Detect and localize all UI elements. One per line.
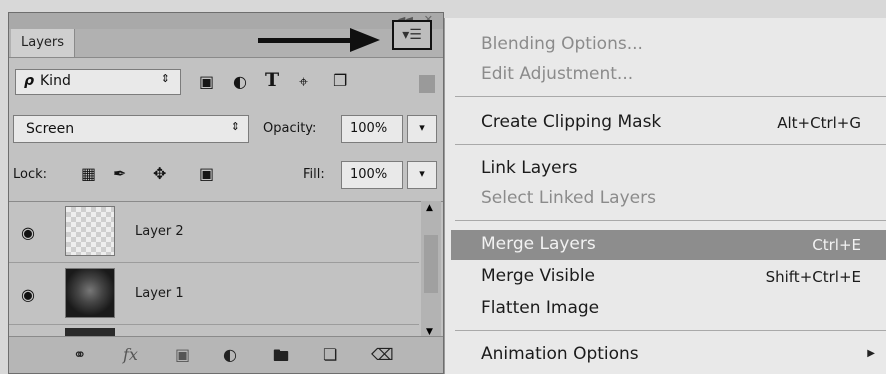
fill-label: Fill: xyxy=(303,167,325,182)
panel-menu-button[interactable]: ▾☰ xyxy=(392,20,432,50)
annotation-arrow-head xyxy=(350,28,380,52)
eye-visibility-icon[interactable]: ◉ xyxy=(21,285,35,304)
layers-scrollbar[interactable]: ▲ ▼ xyxy=(421,201,441,341)
shape-layer-filter-icon[interactable]: ⌖ xyxy=(299,72,308,92)
tab-layers[interactable]: Layers xyxy=(11,29,76,57)
lock-image-pixels-icon[interactable]: ✒ xyxy=(113,164,126,183)
smart-object-filter-icon[interactable]: ❐ xyxy=(333,71,347,90)
layers-list: ◉ Layer 2 ◉ Layer 1 xyxy=(9,201,443,342)
menu-item-create-clipping-mask[interactable]: Create Clipping Mask xyxy=(481,112,661,132)
pixel-layer-filter-icon[interactable]: ▣ xyxy=(199,72,214,91)
opacity-input[interactable]: 100% xyxy=(341,115,403,143)
lock-label: Lock: xyxy=(13,167,48,182)
layer-thumbnail xyxy=(65,206,115,256)
layer-name[interactable]: Layer 1 xyxy=(135,286,184,301)
scroll-up-icon[interactable]: ▲ xyxy=(426,203,433,213)
layer-row[interactable]: ◉ Layer 1 xyxy=(9,264,419,325)
add-mask-icon[interactable]: ▣ xyxy=(175,345,190,364)
menu-item-animation-options[interactable]: Animation Options xyxy=(481,344,639,364)
layers-panel: ◄◄ ✕ Layers ρ Kind ⇕ ▣ ◐ T ⌖ ❐ Screen ⇕ … xyxy=(8,12,444,374)
new-group-folder-icon[interactable]: 🖿 xyxy=(273,345,289,372)
opacity-dropdown-button[interactable]: ▾ xyxy=(407,115,437,143)
menu-item-blending-options[interactable]: Blending Options... xyxy=(481,34,643,54)
select-arrows-icon: ⇕ xyxy=(160,72,170,85)
opacity-label: Opacity: xyxy=(263,121,317,136)
layer-filter-row: ρ Kind ⇕ ▣ ◐ T ⌖ ❐ xyxy=(9,63,443,99)
fill-value: 100% xyxy=(350,167,388,182)
select-arrows-icon: ⇕ xyxy=(230,120,240,133)
submenu-arrow-icon: ▶ xyxy=(867,348,875,359)
layer-thumbnail xyxy=(65,268,115,318)
adjustment-layer-filter-icon[interactable]: ◐ xyxy=(233,72,247,91)
annotation-arrow-shaft xyxy=(258,38,356,43)
blend-mode-select[interactable]: Screen ⇕ xyxy=(13,115,249,143)
shortcut-merge-layers: Ctrl+E xyxy=(812,236,861,254)
fill-dropdown-button[interactable]: ▾ xyxy=(407,161,437,189)
menu-item-select-linked-layers[interactable]: Select Linked Layers xyxy=(481,188,656,208)
new-adjustment-layer-icon[interactable]: ◐ xyxy=(223,345,237,364)
type-layer-filter-icon[interactable]: T xyxy=(265,69,279,91)
shortcut-merge-visible: Shift+Ctrl+E xyxy=(765,268,861,286)
lock-transparent-pixels-icon[interactable]: ▦ xyxy=(81,164,96,183)
search-icon: ρ xyxy=(24,73,35,89)
layer-name[interactable]: Layer 2 xyxy=(135,224,184,239)
blend-mode-value: Screen xyxy=(26,121,75,137)
menu-item-flatten-image[interactable]: Flatten Image xyxy=(481,298,599,318)
blend-opacity-row: Screen ⇕ Opacity: 100% ▾ xyxy=(9,113,443,147)
panel-title-strip: ◄◄ ✕ xyxy=(9,13,443,29)
fx-layer-style-icon[interactable]: fx xyxy=(123,345,138,364)
lock-fill-row: Lock: ▦ ✒ ✥ ▣ Fill: 100% ▾ xyxy=(9,159,443,193)
layer-row[interactable]: ◉ Layer 2 xyxy=(9,202,419,263)
link-layers-icon[interactable]: ⚭ xyxy=(73,345,86,364)
menu-separator xyxy=(455,330,886,331)
delete-layer-trash-icon[interactable]: ⌫ xyxy=(371,345,394,364)
menu-item-edit-adjustment[interactable]: Edit Adjustment... xyxy=(481,64,633,84)
lock-all-icon[interactable]: ▣ xyxy=(199,164,214,183)
lock-position-icon[interactable]: ✥ xyxy=(153,164,166,183)
menu-separator xyxy=(455,144,886,145)
panel-bottom-bar: ⚭ fx ▣ ◐ 🖿 ❏ ⌫ xyxy=(9,336,443,373)
scrollbar-thumb[interactable] xyxy=(424,235,438,293)
shortcut-create-clipping-mask: Alt+Ctrl+G xyxy=(777,114,861,132)
new-layer-icon[interactable]: ❏ xyxy=(323,345,337,364)
fill-input[interactable]: 100% xyxy=(341,161,403,189)
menu-item-merge-layers[interactable]: Merge Layers xyxy=(481,234,596,254)
menu-item-link-layers[interactable]: Link Layers xyxy=(481,158,577,178)
eye-visibility-icon[interactable]: ◉ xyxy=(21,223,35,242)
filter-kind-label: Kind xyxy=(40,73,71,89)
menu-item-merge-visible[interactable]: Merge Visible xyxy=(481,266,595,286)
filter-kind-select[interactable]: ρ Kind ⇕ xyxy=(15,69,181,95)
menu-separator xyxy=(455,220,886,221)
opacity-value: 100% xyxy=(350,121,388,136)
layers-panel-flyout-menu: Blending Options... Edit Adjustment... C… xyxy=(444,18,886,374)
menu-separator xyxy=(455,96,886,97)
filter-toggle-switch[interactable] xyxy=(419,75,435,93)
